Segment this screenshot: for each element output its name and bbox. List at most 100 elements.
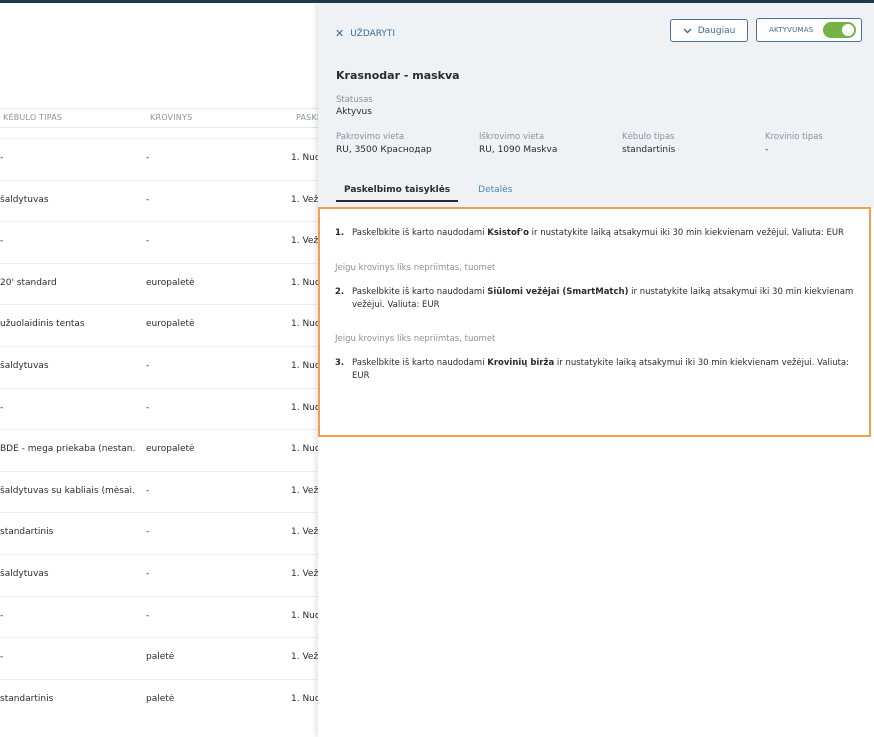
table-cell: standartinis [0,527,54,538]
activity-label: AKTYVUMAS [769,26,814,34]
shipments-table: KĖBULO TIPAS KROVINYS PASKE - -1. Nuo šald… [0,0,320,737]
status-value: Aktyvus [336,107,372,117]
rule-number: 2. [335,287,345,297]
table-cell: europaletė [146,444,195,455]
cargo-type: Krovinio tipas - [765,132,823,155]
table-cell: BDE - mega priekaba (nestan... [0,444,135,455]
table-cell: - [0,153,4,163]
loading-place-label: Pakrovimo vieta [336,132,405,142]
table-cell: europaletė [146,277,195,288]
table-cell: - [146,485,150,496]
table-cell: 1. Nuo [291,402,320,413]
table-cell: - [146,236,150,247]
toggle-knob [842,24,855,36]
table-cell: - [0,236,4,247]
table-cell: - [146,568,150,579]
close-icon: ✕ [335,27,345,40]
table-cell: 1. Vež [291,568,319,579]
table-row[interactable]: - paletė 1. Vež [0,637,320,679]
table-cell: 20' standard [0,277,57,288]
table-body: - - 1. Nuo šaldytuvas - 1. Vež - - 1. Vež 20' sta… [0,138,320,720]
table-cell: 1. Vež [291,527,319,538]
table-cell: 1. Nuo [291,277,320,288]
close-label: UŽDARYTI [350,28,396,39]
rule-item: 1. Paskelbkite iš karto naudodami Ksisto… [335,227,855,240]
rule-item: 2. Paskelbkite iš karto naudodami Siūlom… [335,286,855,312]
body-type-value: standartinis [622,145,676,155]
table-cell: - [0,652,4,663]
column-header-cargo[interactable]: KROVINYS [150,113,192,122]
cargo-type-value: - [765,145,769,155]
rule-item: 3. Paskelbkite iš karto naudodami Krovin… [335,357,855,383]
rule-condition: Jeigu krovinys liks nepriimtas, tuomet [335,263,496,273]
loading-place: Pakrovimo vieta RU, 3500 Краснодар [336,132,432,155]
table-cell: - [0,610,4,621]
table-row[interactable]: - - 1. Nuo [0,387,320,430]
rule-channel: Krovinių birža [487,358,555,368]
table-cell: 1. Nuo [291,610,320,621]
rule-number: 3. [335,358,345,368]
table-row[interactable]: šaldytuvas - 1. Nuo [0,345,320,388]
activity-toggle[interactable] [823,22,857,38]
unloading-place-label: Iškrovimo vieta [479,132,545,142]
table-cell: 1. Nuo [291,444,320,455]
status-label: Statusas [336,95,373,105]
route-detail-panel: ✕ UŽDARYTI Daugiau AKTYVUMAS Krasnodar -… [318,3,874,737]
panel-tabs: Paskelbimo taisyklės Detalės [336,185,520,202]
table-cell: - [146,153,150,163]
body-type-label: Kėbulo tipas [622,132,675,142]
panel-header: ✕ UŽDARYTI Daugiau AKTYVUMAS Krasnodar -… [318,3,874,208]
table-cell: - [146,610,150,621]
table-cell: šaldytuvas [0,360,49,371]
table-cell: - [146,360,150,371]
table-cell: - [146,194,150,205]
tab-publishing-rules[interactable]: Paskelbimo taisyklės [336,185,459,202]
table-cell: 1. Nuo [291,693,320,704]
table-cell: 1. Vež [291,485,319,496]
table-row[interactable]: šaldytuvas su kabliais (mėsai... - 1. Vež [0,470,320,513]
more-label: Daugiau [697,25,736,36]
table-cell: 1. Nuo [291,360,320,371]
cargo-type-label: Krovinio tipas [765,132,823,142]
more-button[interactable]: Daugiau [670,19,748,42]
table-cell: - [146,527,150,538]
table-row[interactable]: standartinis paletė 1. Nuo [0,678,320,721]
rule-condition: Jeigu krovinys liks nepriimtas, tuomet [335,334,496,344]
unloading-place-value: RU, 1090 Maskva [479,145,558,155]
publishing-rules-box: 1. Paskelbkite iš karto naudodami Ksisto… [318,207,871,437]
activity-toggle-box: AKTYVUMAS [756,18,862,42]
table-row[interactable]: šaldytuvas - 1. Vež [0,179,320,222]
table-row[interactable]: standartinis - 1. Vež [0,512,320,554]
tab-details[interactable]: Detalės [470,185,520,202]
table-cell: šaldytuvas [0,194,49,205]
table-cell: šaldytuvas [0,568,49,579]
table-cell: užuolaidinis tentas [0,319,85,330]
table-cell: - [0,402,4,413]
table-row[interactable]: 20' standard europaletė 1. Nuo [0,262,320,305]
unloading-place: Iškrovimo vieta RU, 1090 Maskva [479,132,557,155]
rule-channel: Ksistof'o [487,228,529,238]
column-header-body-type[interactable]: KĖBULO TIPAS [3,113,62,122]
table-row[interactable]: BDE - mega priekaba (nestan... europaletė… [0,429,320,471]
loading-place-value: RU, 3500 Краснодар [336,145,432,155]
table-cell: 1. Nuo [291,319,320,330]
table-row[interactable]: užuolaidinis tentas europaletė 1. Nuo [0,304,320,346]
close-button[interactable]: ✕ UŽDARYTI [335,27,395,40]
table-row[interactable]: - - 1. Nuo [0,595,320,638]
table-cell: standartinis [0,693,54,704]
rule-text: Paskelbkite iš karto naudodami Siūlomi v… [352,287,854,310]
rule-text: Paskelbkite iš karto naudodami Krovinių … [352,358,850,381]
table-row[interactable]: - - 1. Vež [0,221,320,263]
table-row[interactable]: šaldytuvas - 1. Vež [0,553,320,596]
table-row[interactable]: - - 1. Nuo [0,138,320,180]
table-cell: 1. Vež [291,652,319,663]
table-cell: - [146,402,150,413]
table-cell: europaletė [146,319,195,330]
table-cell: 1. Vež [291,236,319,247]
column-header-publish[interactable]: PASKE [296,113,320,122]
rule-number: 1. [335,228,345,238]
table-cell: paletė [146,693,175,704]
route-title: Krasnodar - maskva [336,69,460,82]
body-type: Kėbulo tipas standartinis [622,132,675,155]
rule-text: Paskelbkite iš karto naudodami Ksistof'o… [352,228,844,238]
